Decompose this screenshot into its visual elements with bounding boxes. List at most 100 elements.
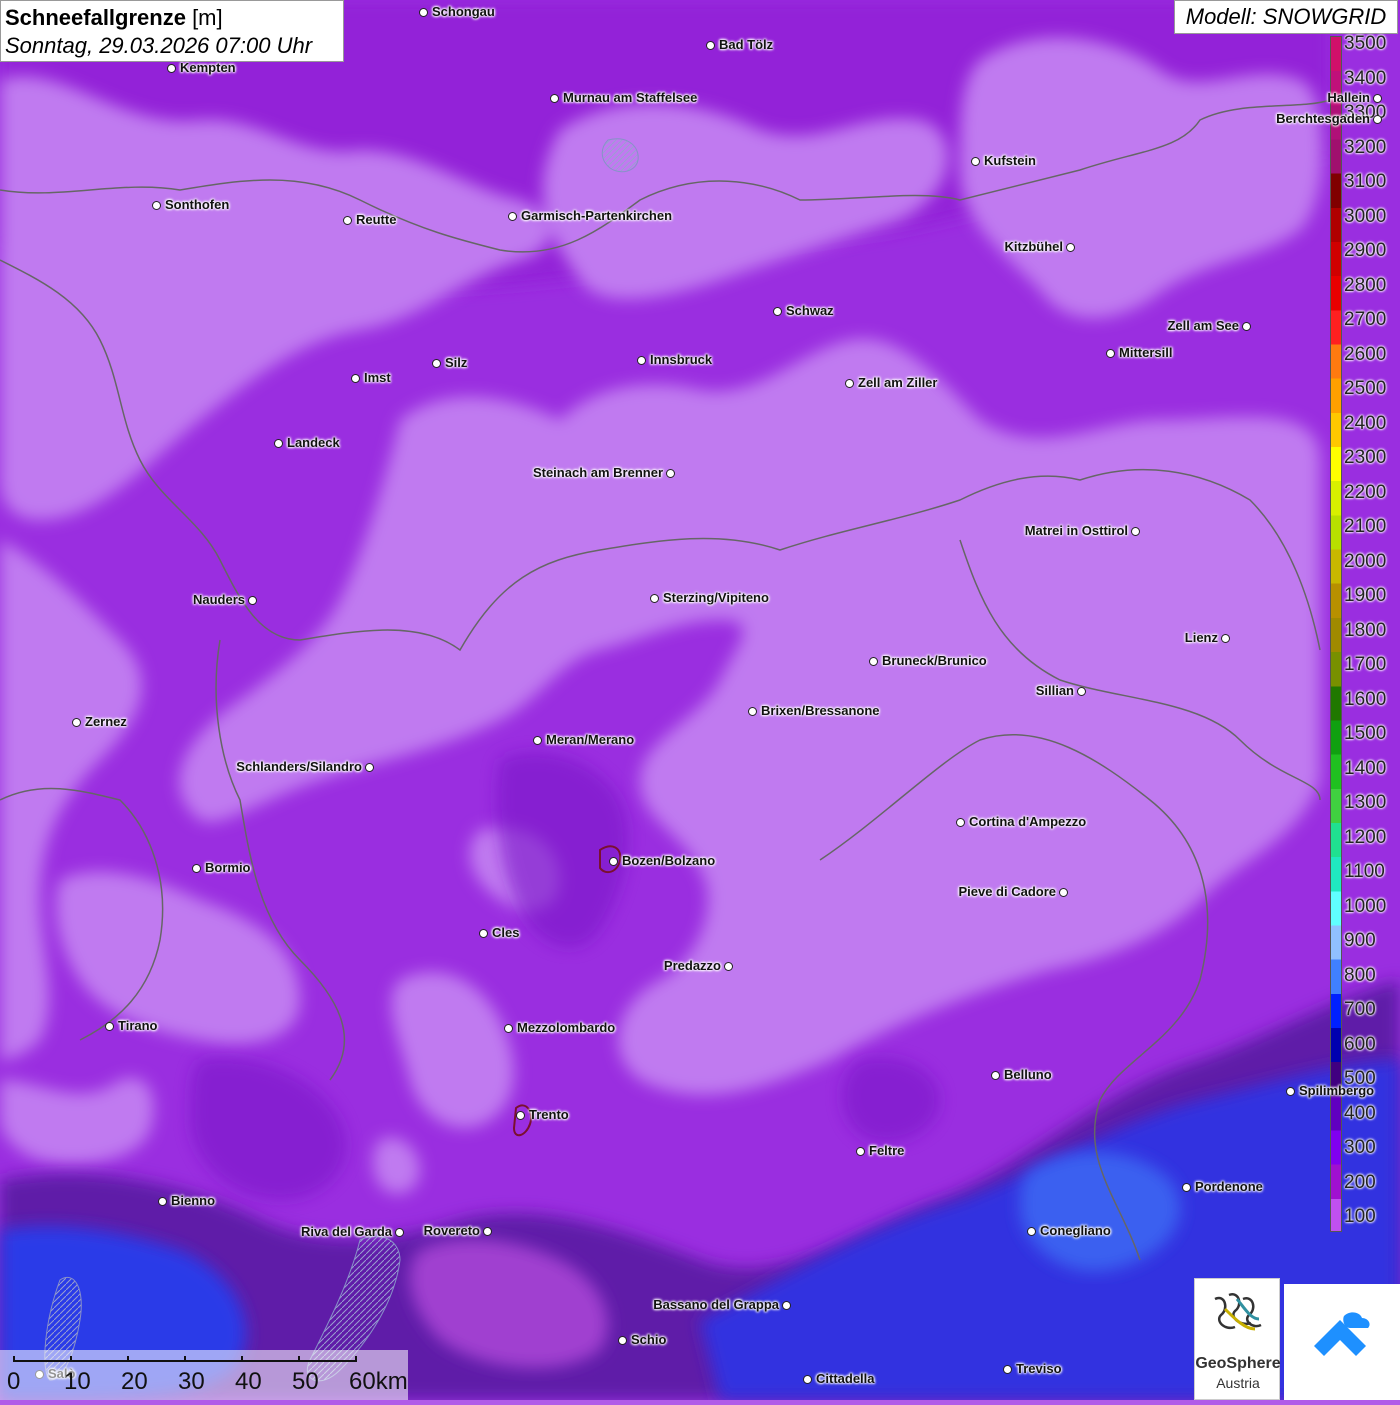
- scale-label: 0: [7, 1368, 21, 1395]
- city-label: Murnau am Staffelsee: [563, 90, 698, 105]
- scale-tick: [70, 1356, 72, 1362]
- city-marker: [637, 356, 646, 365]
- legend-label: 3400: [1344, 67, 1387, 89]
- legend-label: 1700: [1344, 654, 1387, 675]
- city-label: Kitzbühel: [1004, 239, 1064, 254]
- city-label: Belluno: [1004, 1067, 1052, 1082]
- scale-tick: [127, 1356, 129, 1362]
- city-label: Reutte: [356, 212, 397, 227]
- legend-label: 3000: [1344, 205, 1387, 227]
- city-label: Berchtesgaden: [1276, 111, 1370, 126]
- legend-label: 2800: [1344, 274, 1387, 296]
- city-label: Cles: [492, 925, 520, 940]
- legend-color-bar: [1330, 36, 1342, 1232]
- legend-label: 3100: [1344, 171, 1387, 192]
- legend-label: 2600: [1344, 343, 1387, 365]
- city-marker: [351, 374, 360, 383]
- city-marker: [650, 594, 659, 603]
- legend-label: 1600: [1344, 688, 1387, 710]
- city-label: Feltre: [869, 1143, 905, 1158]
- scale-label: 40: [235, 1368, 262, 1395]
- legend-label: 2700: [1344, 309, 1387, 330]
- city-marker: [666, 469, 675, 478]
- city-marker: [274, 439, 283, 448]
- city-marker: [419, 8, 428, 17]
- city-marker: [724, 962, 733, 971]
- map-title-box: Schneefallgrenze [m] Sonntag, 29.03.2026…: [0, 0, 344, 62]
- city-marker: [248, 596, 257, 605]
- legend-label: 2000: [1344, 550, 1387, 572]
- legend-label: 700: [1344, 999, 1376, 1020]
- scale-label: 10: [64, 1368, 91, 1395]
- city-label: Garmisch-Partenkirchen: [521, 208, 673, 223]
- city-label: Zell am Ziller: [858, 375, 938, 390]
- city-marker: [508, 212, 517, 221]
- city-marker: [1059, 888, 1068, 897]
- city-marker: [1003, 1365, 1012, 1374]
- city-label: Kufstein: [984, 153, 1036, 168]
- city-marker: [618, 1336, 627, 1345]
- city-label: Spilimbergo: [1299, 1083, 1375, 1098]
- geosphere-logo: GeoSphere Austria: [1194, 1278, 1281, 1400]
- legend-label: 600: [1344, 1033, 1376, 1055]
- legend-label: 1500: [1344, 723, 1387, 744]
- city-label: Bienno: [171, 1193, 216, 1208]
- city-marker: [845, 379, 854, 388]
- city-marker: [1373, 115, 1382, 124]
- city-marker: [365, 763, 374, 772]
- city-marker: [971, 157, 980, 166]
- city-marker: [432, 359, 441, 368]
- city-marker: [533, 736, 542, 745]
- legend-label: 3500: [1344, 33, 1387, 54]
- city-label: Bozen/Bolzano: [622, 853, 716, 868]
- city-marker: [773, 307, 782, 316]
- city-marker: [782, 1301, 791, 1310]
- city-marker: [1182, 1183, 1191, 1192]
- logo-sub: Austria: [1216, 1375, 1260, 1391]
- scale-label: 20: [121, 1368, 148, 1395]
- legend-label: 2900: [1344, 240, 1387, 261]
- city-label: Tirano: [118, 1018, 158, 1033]
- legend-label: 2400: [1344, 412, 1387, 434]
- legend-label: 1100: [1344, 861, 1385, 882]
- scale-tick: [298, 1356, 300, 1362]
- city-label: Bad Tölz: [719, 37, 774, 52]
- scale-tick: [241, 1356, 243, 1362]
- city-label: Silz: [445, 355, 468, 370]
- scale-label: 60km: [349, 1368, 408, 1395]
- legend-label: 1400: [1344, 757, 1387, 779]
- legend-label: 2100: [1344, 516, 1387, 537]
- city-label: Schongau: [432, 4, 495, 19]
- logo-name: GeoSphere: [1195, 1355, 1281, 1372]
- city-marker: [1131, 527, 1140, 536]
- city-label: Sillian: [1035, 683, 1074, 698]
- scale-label: 50: [292, 1368, 319, 1395]
- city-label: Pieve di Cadore: [958, 884, 1056, 899]
- city-label: Pordenone: [1195, 1179, 1263, 1194]
- city-marker: [152, 201, 161, 210]
- city-marker: [483, 1227, 492, 1236]
- city-label: Steinach am Brenner: [532, 465, 663, 480]
- city-label: Sonthofen: [165, 197, 230, 212]
- city-label: Schio: [631, 1332, 667, 1347]
- city-marker: [1373, 94, 1382, 103]
- city-label: Brixen/Bressanone: [761, 703, 880, 718]
- weather-app-logo: [1284, 1284, 1400, 1400]
- map-title: Schneefallgrenze [m]: [5, 5, 223, 30]
- color-legend: 3500 3400 3300 3200 3100 3000 2900 2800 2700 2600…: [1328, 33, 1400, 1234]
- city-label: Cortina d'Ampezzo: [969, 814, 1087, 829]
- city-label: Hallein: [1327, 90, 1370, 105]
- city-marker: [706, 41, 715, 50]
- city-label: Bormio: [205, 860, 251, 875]
- legend-label: 400: [1344, 1102, 1376, 1124]
- city-marker: [1242, 322, 1251, 331]
- city-marker: [1221, 634, 1230, 643]
- city-marker: [550, 94, 559, 103]
- city-marker: [869, 657, 878, 666]
- city-marker: [991, 1071, 1000, 1080]
- city-label: Predazzo: [663, 958, 721, 973]
- scale-tick: [355, 1356, 357, 1362]
- city-marker: [167, 64, 176, 73]
- legend-label: 1200: [1344, 826, 1387, 848]
- geosphere-icon: [1214, 1293, 1262, 1331]
